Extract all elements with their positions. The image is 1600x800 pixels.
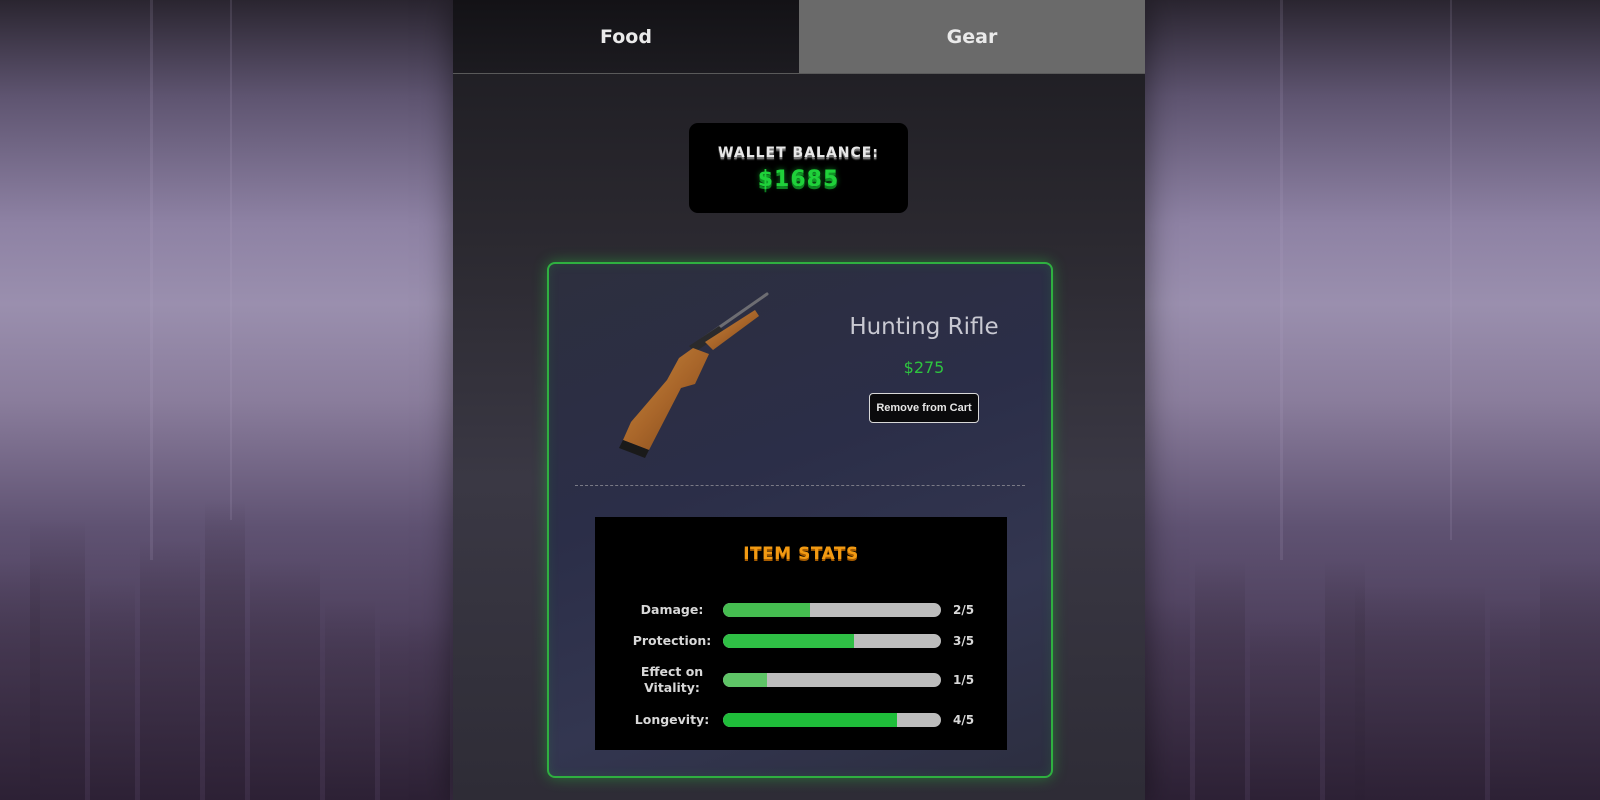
stat-bar [723, 673, 941, 687]
item-name: Hunting Rifle [849, 314, 999, 340]
stat-bar-fill [723, 603, 811, 617]
stat-label: Damage: [640, 602, 704, 617]
remove-from-cart-button[interactable]: Remove from Cart [869, 393, 979, 423]
item-stats-title: ITEM STATS [743, 544, 859, 564]
tab-food[interactable]: Food [453, 0, 799, 73]
stat-value: 4/5 [953, 713, 975, 727]
stat-row-protection: Protection: 3/5 [595, 625, 1007, 657]
item-card: Hunting Rifle $275 Remove from Cart ITEM… [547, 262, 1053, 778]
item-stats-box: ITEM STATS Damage: 2/5 Protection: 3/5 E… [595, 517, 1007, 750]
divider [575, 485, 1025, 486]
stat-label: Effect on Vitality: [640, 664, 704, 695]
stat-bar-fill [723, 634, 854, 648]
wallet-balance-box: WALLET BALANCE: $1685 [689, 123, 908, 213]
item-price: $275 [903, 358, 945, 377]
stat-bar-fill [723, 713, 898, 727]
stat-bar-fill [723, 673, 767, 687]
stat-label: Longevity: [634, 712, 710, 727]
item-info: Hunting Rifle $275 Remove from Cart [839, 314, 1009, 423]
stat-row-longevity: Longevity: 4/5 [595, 704, 1007, 736]
shop-panel: Food Gear WALLET BALANCE: $1685 Hunting … [453, 0, 1145, 800]
stat-bar [723, 634, 941, 648]
stat-bar [723, 603, 941, 617]
stat-value: 2/5 [953, 603, 975, 617]
hunting-rifle-image [619, 292, 769, 458]
wallet-balance-label: WALLET BALANCE: [718, 144, 879, 161]
stat-row-damage: Damage: 2/5 [595, 594, 1007, 626]
stat-value: 1/5 [953, 673, 975, 687]
stat-bar [723, 713, 941, 727]
wallet-balance-amount: $1685 [757, 166, 840, 192]
stat-value: 3/5 [953, 634, 975, 648]
stat-row-effect-on-vitality: Effect on Vitality: 1/5 [595, 664, 1007, 696]
tab-gear[interactable]: Gear [799, 0, 1145, 73]
stat-label: Protection: [632, 633, 712, 648]
category-tabs: Food Gear [453, 0, 1145, 74]
